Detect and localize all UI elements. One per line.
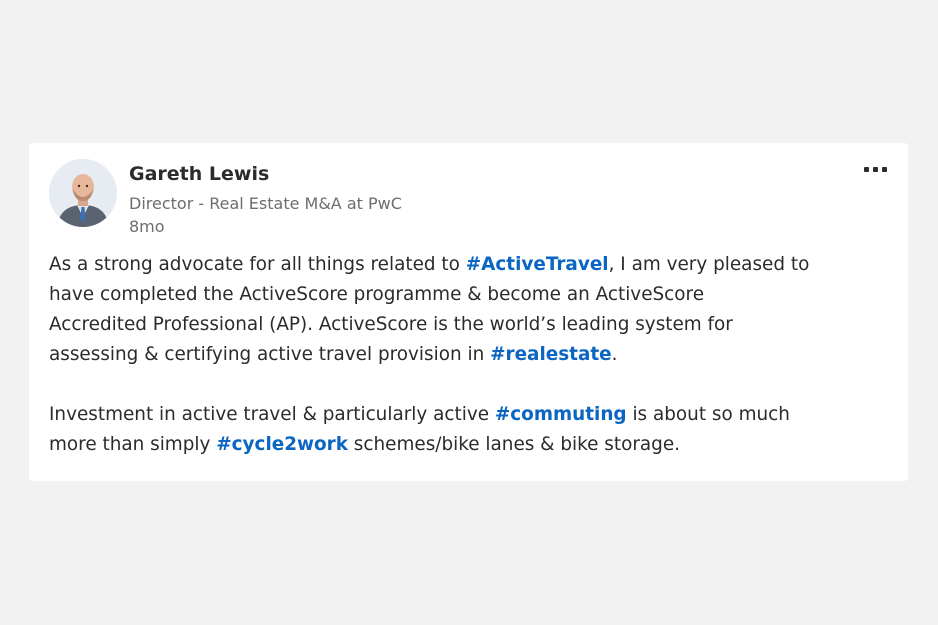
author-avatar[interactable] [49,159,117,227]
post-text-segment: have completed the ActiveScore programme… [49,284,705,305]
post-text-segment: , I am very pleased to [608,254,810,275]
post-timestamp: 8mo [129,217,165,236]
post-text-segment: Accredited Professional (AP). ActiveScor… [49,314,733,335]
author-name[interactable]: Gareth Lewis [129,163,269,185]
profile-photo-icon [49,159,117,227]
post-text: As a strong advocate for all things rela… [49,250,889,460]
hashtag-link-cycle2work[interactable]: #cycle2work [216,434,348,455]
post-text-segment: Investment in active travel & particular… [49,404,495,425]
post-text-segment: schemes/bike lanes & bike storage. [347,434,681,455]
post-paragraph: As a strong advocate for all things rela… [49,250,889,370]
more-options-button[interactable] [855,157,895,181]
post-paragraph: Investment in active travel & particular… [49,400,889,460]
post-text-segment: As a strong advocate for all things rela… [49,254,466,275]
post-card: Gareth Lewis Director - Real Estate M&A … [29,143,908,481]
post-text-segment: is about so much [626,404,790,425]
hashtag-link-realestate[interactable]: #realestate [490,344,612,365]
hashtag-link-commuting[interactable]: #commuting [495,404,627,425]
post-text-segment: assessing & certifying active travel pro… [49,344,491,365]
author-headline: Director - Real Estate M&A at PwC [129,194,402,213]
post-text-segment: more than simply [49,434,217,455]
ellipsis-icon [863,166,869,172]
ellipsis-icon [881,166,887,172]
ellipsis-icon [872,166,878,172]
post-text-segment: . [611,344,618,365]
hashtag-link-activetravel[interactable]: #ActiveTravel [466,254,609,275]
